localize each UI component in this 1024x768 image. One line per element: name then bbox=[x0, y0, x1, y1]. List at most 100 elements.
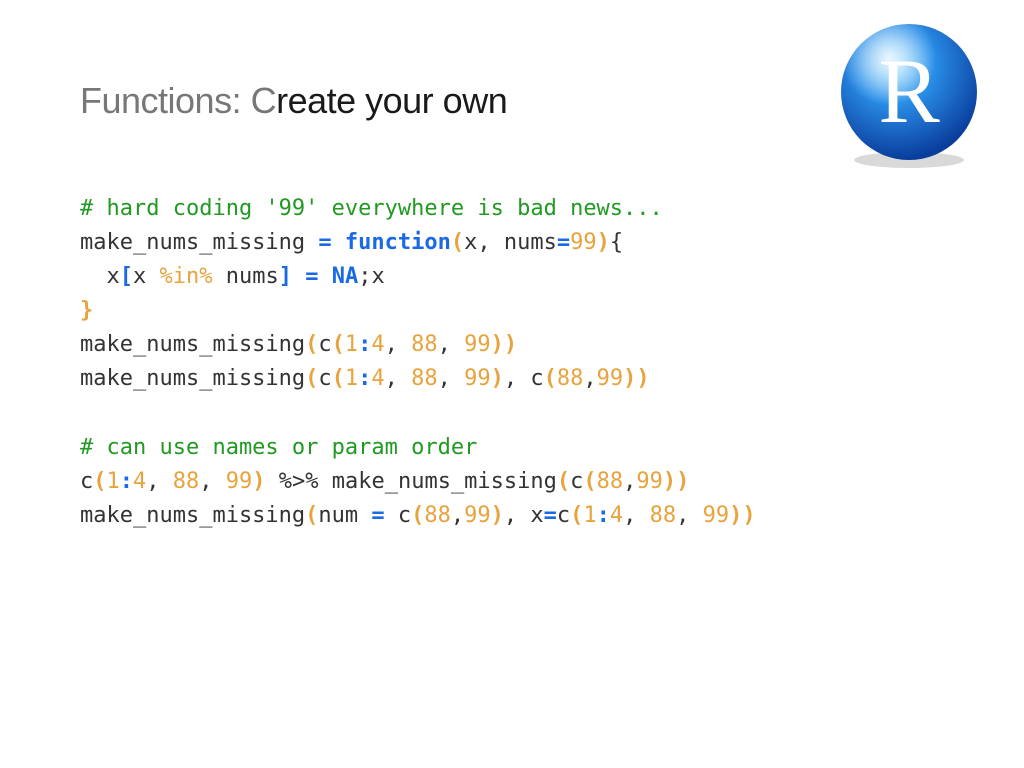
code-paren: ( bbox=[305, 503, 318, 528]
code-text: , bbox=[623, 469, 636, 494]
code-number: 99 bbox=[464, 332, 491, 357]
code-op: : bbox=[358, 366, 371, 391]
code-op: : bbox=[358, 332, 371, 357]
code-bracket: ] bbox=[279, 264, 292, 289]
code-paren: ) bbox=[729, 503, 742, 528]
code-paren: ( bbox=[305, 332, 318, 357]
code-text: , bbox=[199, 469, 226, 494]
code-text: %>% bbox=[266, 469, 332, 494]
code-op: : bbox=[597, 503, 610, 528]
code-keyword: function bbox=[345, 230, 451, 255]
code-number: 1 bbox=[345, 366, 358, 391]
code-paren: ( bbox=[451, 230, 464, 255]
code-number: 1 bbox=[583, 503, 596, 528]
code-comment: # hard coding '99' everywhere is bad new… bbox=[80, 196, 663, 221]
code-assign-op: = bbox=[371, 503, 384, 528]
code-paren: ) bbox=[491, 332, 504, 357]
code-text: num bbox=[318, 503, 371, 528]
code-text: make_nums_missing bbox=[80, 503, 305, 528]
code-text: c bbox=[80, 469, 93, 494]
code-number: 99 bbox=[597, 366, 624, 391]
code-text: c bbox=[398, 503, 411, 528]
code-number: 88 bbox=[411, 366, 438, 391]
code-paren: ( bbox=[544, 366, 557, 391]
code-text: c bbox=[570, 469, 583, 494]
code-text: make_nums_missing bbox=[80, 332, 305, 357]
code-assign-op: = bbox=[557, 230, 570, 255]
code-text bbox=[292, 264, 305, 289]
code-block: # hard coding '99' everywhere is bad new… bbox=[80, 192, 944, 533]
code-text: x bbox=[80, 264, 120, 289]
code-number: 88 bbox=[650, 503, 677, 528]
title-emphasis: reate your own bbox=[276, 80, 507, 121]
code-paren: ) bbox=[742, 503, 755, 528]
code-text: , bbox=[676, 503, 703, 528]
code-number: 4 bbox=[371, 332, 384, 357]
code-text: , bbox=[438, 366, 465, 391]
code-text: c bbox=[557, 503, 570, 528]
code-number: 99 bbox=[464, 366, 491, 391]
code-text: c bbox=[318, 366, 331, 391]
code-number: 88 bbox=[557, 366, 584, 391]
code-paren: ( bbox=[557, 469, 570, 494]
code-paren: ( bbox=[570, 503, 583, 528]
slide-title: Functions: Create your own bbox=[80, 80, 944, 122]
code-assign-op: = bbox=[305, 230, 345, 255]
code-paren: ) bbox=[623, 366, 636, 391]
code-na: NA bbox=[332, 264, 359, 289]
r-logo-icon: R bbox=[834, 20, 984, 170]
code-number: 88 bbox=[173, 469, 200, 494]
code-text: c bbox=[530, 366, 543, 391]
code-number: 99 bbox=[703, 503, 730, 528]
code-number: 99 bbox=[570, 230, 597, 255]
code-text: , bbox=[146, 469, 173, 494]
code-text: , x bbox=[504, 503, 544, 528]
code-number: 88 bbox=[424, 503, 451, 528]
code-paren: ( bbox=[93, 469, 106, 494]
code-assign-op: = bbox=[305, 264, 318, 289]
code-text: , bbox=[451, 503, 464, 528]
code-op: : bbox=[120, 469, 133, 494]
code-paren: ) bbox=[597, 230, 610, 255]
r-logo-letter: R bbox=[878, 40, 940, 142]
code-paren: ) bbox=[676, 469, 689, 494]
code-text bbox=[318, 264, 331, 289]
code-number: 1 bbox=[107, 469, 120, 494]
code-paren: ( bbox=[305, 366, 318, 391]
code-text: x bbox=[133, 264, 160, 289]
code-text: , bbox=[504, 366, 531, 391]
code-paren: ( bbox=[411, 503, 424, 528]
code-paren: ) bbox=[491, 366, 504, 391]
code-number: 99 bbox=[636, 469, 663, 494]
code-text: make_nums_missing bbox=[80, 230, 305, 255]
code-text: , bbox=[623, 503, 650, 528]
code-text: ;x bbox=[358, 264, 385, 289]
slide-container: R Functions: Create your own # hard codi… bbox=[0, 0, 1024, 768]
code-number: 99 bbox=[226, 469, 253, 494]
code-paren: ( bbox=[332, 366, 345, 391]
code-paren: ) bbox=[491, 503, 504, 528]
code-text: x, nums bbox=[464, 230, 557, 255]
code-paren: ) bbox=[636, 366, 649, 391]
code-text: , bbox=[385, 366, 412, 391]
code-text: make_nums_missing bbox=[80, 366, 305, 391]
code-number: 4 bbox=[610, 503, 623, 528]
code-text: make_nums_missing bbox=[332, 469, 557, 494]
code-number: 4 bbox=[371, 366, 384, 391]
code-number: 4 bbox=[133, 469, 146, 494]
title-prefix: Functions: C bbox=[80, 80, 276, 121]
code-text bbox=[385, 503, 398, 528]
code-number: 1 bbox=[345, 332, 358, 357]
code-number: 88 bbox=[597, 469, 624, 494]
code-text: { bbox=[610, 230, 623, 255]
code-text: , bbox=[438, 332, 465, 357]
code-paren: ( bbox=[583, 469, 596, 494]
code-bracket: [ bbox=[120, 264, 133, 289]
code-text: nums bbox=[212, 264, 278, 289]
code-paren: ( bbox=[332, 332, 345, 357]
code-paren: ) bbox=[663, 469, 676, 494]
code-paren: ) bbox=[504, 332, 517, 357]
code-comment: # can use names or param order bbox=[80, 435, 477, 460]
code-number: 88 bbox=[411, 332, 438, 357]
code-brace: } bbox=[80, 298, 93, 323]
